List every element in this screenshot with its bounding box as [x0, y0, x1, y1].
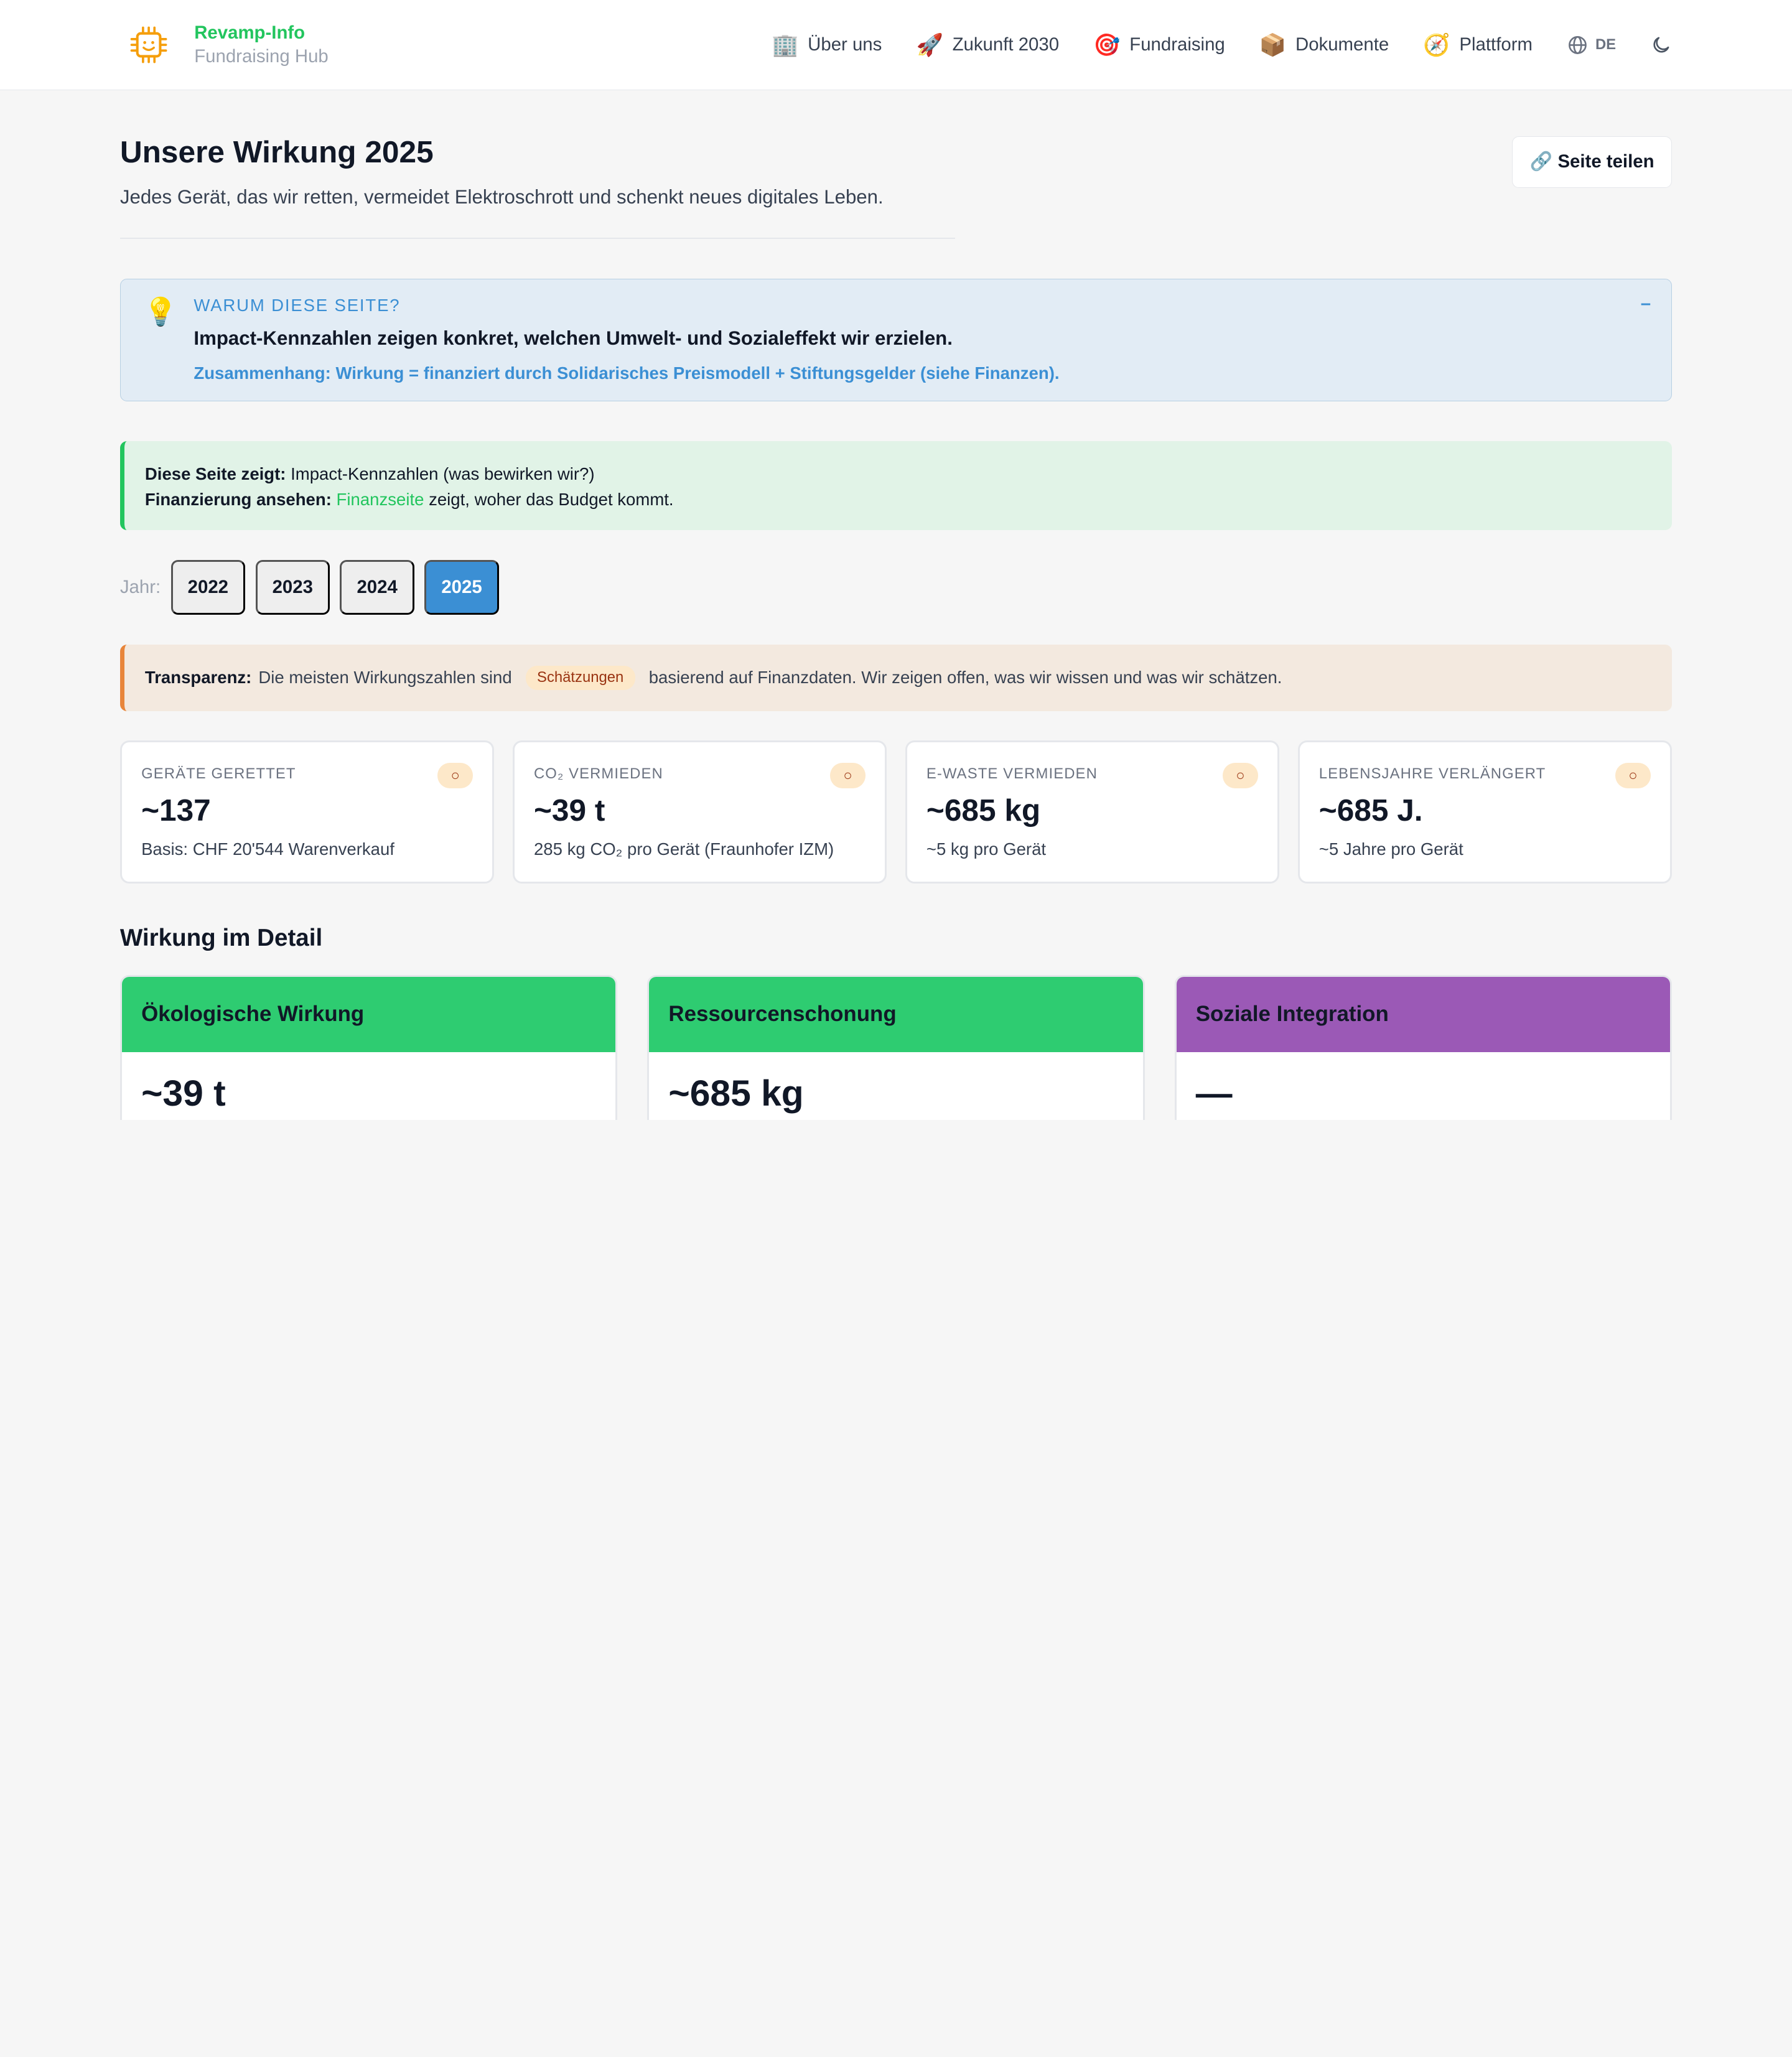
why-label: Warum diese Seite?: [194, 296, 401, 315]
info-line2-bold: Finanzierung ansehen:: [144, 489, 332, 509]
nav-item-zukunft-2030[interactable]: 🚀 Zukunft 2030: [916, 32, 1059, 58]
year-button-2023[interactable]: 2023: [255, 560, 330, 615]
nav-item-fundraising[interactable]: 🎯 Fundraising: [1093, 32, 1225, 58]
kpi-note: Basis: CHF 20'544 Warenverkauf: [141, 839, 394, 859]
estimate-circle-icon: ○: [1223, 763, 1258, 788]
kpi-card-co2-avoided: CO₂ vermieden ~39 t 285 kg CO₂ pro Gerät…: [512, 740, 887, 884]
year-button-2025[interactable]: 2025: [424, 560, 499, 615]
top-navigation-bar: Revamp-Info Fundraising Hub 🏢 Über uns 🚀…: [0, 0, 1792, 91]
target-icon: 🎯: [1093, 32, 1121, 57]
brand[interactable]: Revamp-Info Fundraising Hub: [128, 21, 329, 68]
kpi-label: Geräte gerettet: [141, 765, 296, 783]
info-line1-bold: Diese Seite zeigt:: [144, 464, 286, 484]
nav-item-label: Fundraising: [1129, 34, 1225, 55]
share-page-button[interactable]: 🔗 Seite teilen: [1512, 136, 1673, 189]
finanzseite-link[interactable]: Finanzseite: [337, 490, 424, 509]
detail-card-header: Ressourcenschonung: [649, 976, 1143, 1053]
kpi-note: 285 kg CO₂ pro Gerät (Fraunhofer IZM): [533, 839, 834, 859]
nav-item-ueber-uns[interactable]: 🏢 Über uns: [772, 32, 882, 58]
estimate-badge: Schätzungen: [525, 665, 635, 690]
detail-card-ecological[interactable]: Ökologische Wirkung ~39 t: [119, 974, 618, 1120]
rocket-icon: 🚀: [916, 32, 943, 57]
info-line2-text: zeigt, woher das Budget kommt.: [429, 489, 674, 509]
page-header: Unsere Wirkung 2025 Jedes Gerät, das wir…: [119, 134, 1673, 240]
year-selector: Jahr: 2022 2023 2024 2025: [120, 560, 1672, 615]
estimate-circle-icon: ○: [1615, 763, 1651, 788]
kpi-note: ~5 kg pro Gerät: [926, 839, 1047, 859]
kpi-label: E-Waste vermieden: [926, 765, 1098, 783]
section-title-impact-detail: Wirkung im Detail: [119, 925, 323, 952]
transparency-notice: Transparenz: Die meisten Wirkungszahlen …: [119, 645, 1673, 711]
nav-item-label: Plattform: [1459, 34, 1533, 55]
why-this-page-panel: 💡 Warum diese Seite? Impact-Kennzahlen z…: [119, 279, 1673, 401]
detail-card-header: Soziale Integration: [1176, 976, 1671, 1053]
kpi-label: CO₂ vermieden: [533, 765, 663, 783]
detail-card-value: —: [1195, 1073, 1233, 1114]
kpi-card-devices-saved: Geräte gerettet ~137 Basis: CHF 20'544 W…: [119, 740, 495, 884]
kpi-value: ~137: [141, 792, 211, 828]
transparency-text-before: Die meisten Wirkungszahlen sind: [258, 668, 512, 688]
transparency-bold: Transparenz:: [144, 668, 252, 688]
year-label: Jahr:: [119, 577, 161, 598]
moon-icon[interactable]: [1650, 34, 1672, 56]
compass-icon: 🧭: [1423, 32, 1450, 57]
brand-subtitle: Fundraising Hub: [194, 46, 329, 67]
nav-item-plattform[interactable]: 🧭 Plattform: [1423, 32, 1533, 58]
building-icon: 🏢: [772, 32, 799, 57]
page-info-box: Diese Seite zeigt: Impact-Kennzahlen (wa…: [119, 441, 1673, 531]
chip-smiley-logo-icon: [130, 26, 167, 63]
lightbulb-icon: 💡: [143, 297, 178, 328]
main-navigation: 🏢 Über uns 🚀 Zukunft 2030 🎯 Fundraising …: [772, 32, 1672, 58]
info-line1-text: Impact-Kennzahlen (was bewirken wir?): [291, 464, 595, 484]
transparency-text-after: basierend auf Finanzdaten. Wir zeigen of…: [648, 668, 1282, 688]
page-title: Unsere Wirkung 2025: [119, 134, 434, 169]
divider: [119, 238, 956, 240]
detail-card-header: Ökologische Wirkung: [121, 976, 616, 1053]
estimate-circle-icon: ○: [830, 763, 866, 788]
language-code: DE: [1595, 36, 1617, 54]
globe-icon: [1569, 35, 1587, 54]
page-subtitle: Jedes Gerät, das wir retten, vermeidet E…: [119, 185, 884, 208]
package-icon: 📦: [1259, 32, 1287, 57]
nav-item-label: Zukunft 2030: [952, 34, 1060, 55]
main-content: Unsere Wirkung 2025 Jedes Gerät, das wir…: [0, 134, 1792, 1120]
why-title: Impact-Kennzahlen zeigen konkret, welche…: [194, 327, 953, 349]
language-switcher[interactable]: DE: [1567, 34, 1616, 56]
kpi-cards: Geräte gerettet ~137 Basis: CHF 20'544 W…: [119, 740, 1673, 884]
detail-card-social[interactable]: Soziale Integration —: [1174, 974, 1673, 1120]
kpi-note: ~5 Jahre pro Gerät: [1318, 839, 1463, 859]
kpi-value: ~39 t: [533, 792, 605, 828]
year-button-2024[interactable]: 2024: [340, 560, 414, 615]
detail-card-resources[interactable]: Ressourcenschonung ~685 kg: [647, 974, 1145, 1120]
brand-name: Revamp-Info: [194, 22, 306, 43]
nav-item-dokumente[interactable]: 📦 Dokumente: [1259, 32, 1389, 58]
kpi-value: ~685 J.: [1318, 792, 1423, 828]
estimate-circle-icon: ○: [437, 763, 474, 788]
collapse-toggle[interactable]: –: [1641, 293, 1651, 314]
kpi-card-ewaste-avoided: E-Waste vermieden ~685 kg ~5 kg pro Gerä…: [905, 740, 1280, 884]
year-button-2022[interactable]: 2022: [170, 560, 246, 615]
kpi-value: ~685 kg: [926, 792, 1041, 828]
impact-detail-cards: Ökologische Wirkung ~39 t Ressourcenscho…: [119, 974, 1673, 1120]
kpi-card-lifetime-extended: Lebensjahre verlängert ~685 J. ~5 Jahre …: [1297, 740, 1673, 884]
detail-card-value: ~39 t: [141, 1073, 226, 1114]
nav-item-label: Dokumente: [1295, 34, 1389, 55]
kpi-label: Lebensjahre verlängert: [1318, 765, 1546, 783]
nav-item-label: Über uns: [808, 34, 882, 55]
detail-card-value: ~685 kg: [668, 1073, 804, 1114]
why-relation: Zusammenhang: Wirkung = finanziert durch…: [194, 363, 1060, 383]
